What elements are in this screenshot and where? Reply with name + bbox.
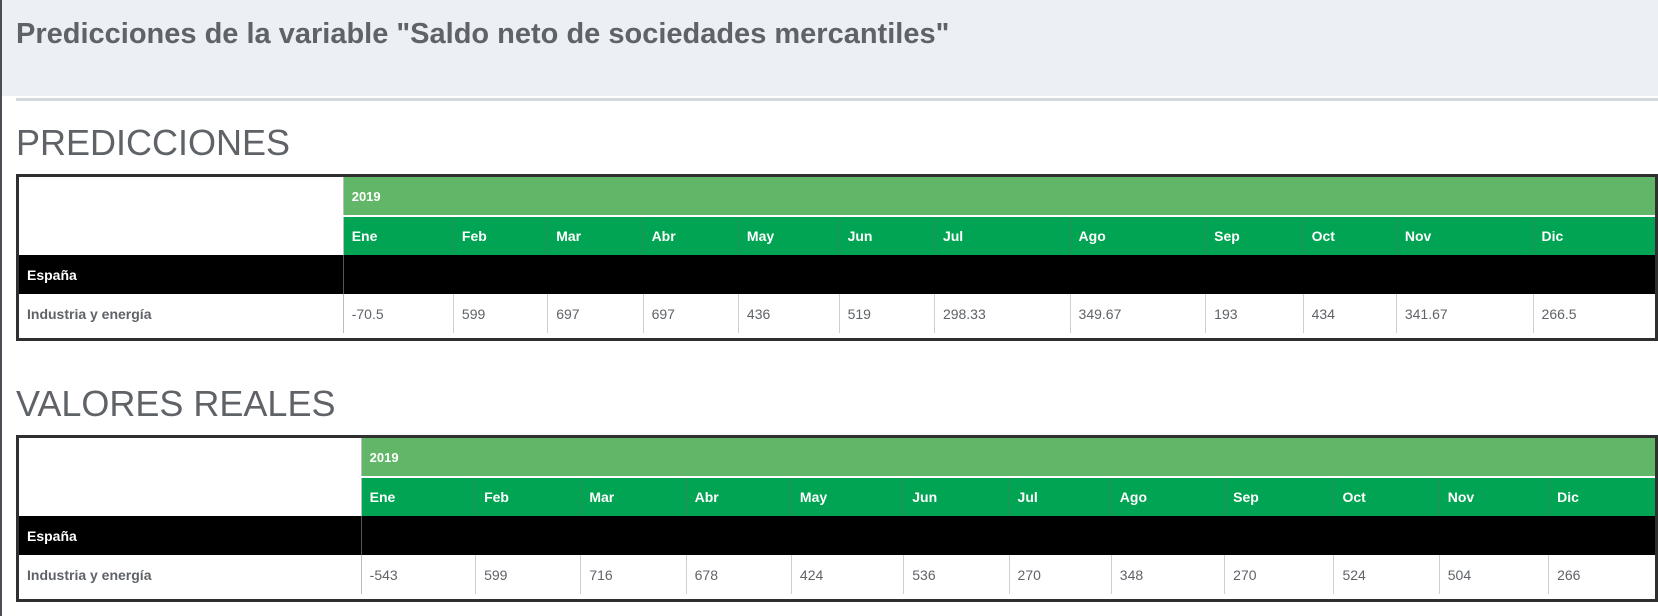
value-cell: 678 (686, 555, 792, 594)
row-label: Industria y energía (19, 555, 362, 594)
value-cell: 266 (1557, 566, 1581, 583)
table-row: Industria y energía -543 599 716 678 424… (19, 555, 1655, 594)
month-header: Jul (1009, 477, 1112, 516)
month-header: Ago (1070, 216, 1207, 255)
value-cell: 536 (903, 555, 1010, 594)
value-cell: 504 (1439, 555, 1550, 594)
page-title: Predicciones de la variable "Saldo neto … (16, 18, 950, 50)
header-divider (16, 98, 1658, 101)
real-values-table: 2019 Ene Feb Mar Abr May Jun Jul Ago Sep… (19, 438, 1655, 594)
value-cell: 599 (453, 294, 549, 333)
predictions-table-container: 2019 Ene Feb Mar Abr May Jun Jul Ago Sep… (16, 174, 1658, 341)
value-cell: 524 (1333, 555, 1440, 594)
value-cell: -70.5 (343, 294, 454, 333)
region-row: España (19, 516, 1655, 555)
region-label: España (19, 255, 344, 294)
month-header: Oct (1303, 216, 1397, 255)
value-cell: 599 (475, 555, 582, 594)
month-header: Ago (1111, 477, 1226, 516)
value-cell: 434 (1303, 294, 1397, 333)
value-cell: 348 (1111, 555, 1226, 594)
year-header: 2019 (343, 177, 1655, 217)
region-row: España (19, 255, 1655, 294)
month-header: Jun (903, 477, 1010, 516)
month-header: Feb (475, 477, 582, 516)
value-cell: -543 (361, 555, 477, 594)
month-header: Sep (1224, 477, 1335, 516)
value-cell: 716 (580, 555, 687, 594)
predictions-table: 2019 Ene Feb Mar Abr May Jun Jul Ago Sep… (19, 177, 1655, 333)
value-cell: 298.33 (934, 294, 1071, 333)
month-header: Oct (1333, 477, 1440, 516)
real-values-table-container: 2019 Ene Feb Mar Abr May Jun Jul Ago Sep… (16, 435, 1658, 602)
value-cell: 270 (1224, 555, 1335, 594)
value-cell: 349.67 (1070, 294, 1207, 333)
section-heading-predicciones: PREDICCIONES (16, 122, 291, 163)
value-cell: 697 (643, 294, 739, 333)
value-cell: 424 (791, 555, 905, 594)
value-cell: 270 (1009, 555, 1112, 594)
month-header: Dic (1533, 216, 1655, 255)
month-header: Abr (686, 477, 792, 516)
table-corner (19, 438, 362, 516)
value-cell: 436 (738, 294, 840, 333)
region-row-fill (360, 516, 1655, 555)
month-header: Mar (580, 477, 687, 516)
value-cell: 193 (1205, 294, 1304, 333)
month-header: May (791, 477, 905, 516)
value-cell: 341.67 (1396, 294, 1534, 333)
month-header: Nov (1396, 216, 1534, 255)
table-corner (19, 177, 344, 255)
month-header: Mar (547, 216, 644, 255)
region-label: España (19, 516, 362, 555)
month-header: Ene (343, 216, 454, 255)
month-header: Jun (839, 216, 935, 255)
year-header: 2019 (361, 438, 1655, 478)
month-header: Jul (934, 216, 1071, 255)
month-header: Sep (1205, 216, 1304, 255)
region-row-fill (342, 255, 1655, 294)
value-cell: 697 (547, 294, 644, 333)
value-cell: 266.5 (1541, 305, 1577, 322)
month-header: Feb (453, 216, 549, 255)
month-header: Ene (361, 477, 477, 516)
month-header: Nov (1439, 477, 1550, 516)
section-heading-valores-reales: VALORES REALES (16, 383, 336, 424)
row-label: Industria y energía (19, 294, 344, 333)
month-header: Abr (643, 216, 739, 255)
month-header: Dic (1548, 477, 1655, 516)
month-header: May (738, 216, 840, 255)
value-cell: 519 (839, 294, 935, 333)
table-row: Industria y energía -70.5 599 697 697 43… (19, 294, 1655, 333)
